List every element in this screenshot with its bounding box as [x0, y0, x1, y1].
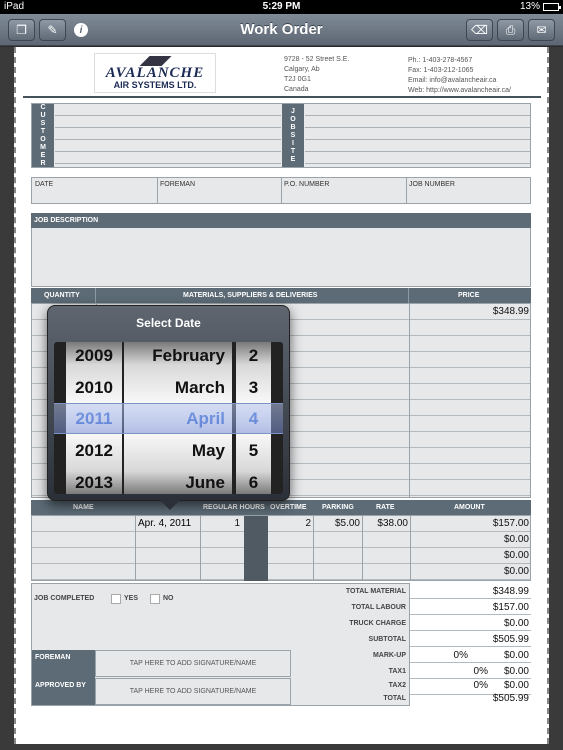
- labour-date-1[interactable]: Apr. 4, 2011: [138, 518, 191, 529]
- month-option[interactable]: March: [124, 372, 232, 404]
- labour-overtime-1[interactable]: 2: [285, 518, 311, 529]
- labour-amount-3[interactable]: $0.00: [431, 550, 529, 561]
- job-description-header: JOB DESCRIPTION: [31, 213, 531, 228]
- subtotal-value: $505.99: [492, 634, 529, 645]
- yes-label: YES: [124, 595, 139, 602]
- tax1-label: TAX1: [388, 668, 406, 675]
- battery-indicator: 13%: [519, 1, 561, 12]
- company-contact: Ph.: 1-403-278-4567 Fax: 1-403-212-1065 …: [408, 57, 511, 94]
- year-option[interactable]: 2012: [66, 435, 122, 467]
- popover-arrow: [160, 500, 180, 510]
- po-number-field[interactable]: P.O. NUMBER: [284, 181, 329, 188]
- labour-amount-1[interactable]: $157.00: [431, 518, 529, 529]
- status-bar: iPad 5:29 PM 13%: [0, 0, 563, 14]
- month-wheel[interactable]: February March April May June: [124, 342, 232, 494]
- month-option-selected[interactable]: April: [124, 403, 232, 435]
- overtime-header: OVERTIME: [270, 504, 307, 511]
- no-checkbox[interactable]: [150, 594, 160, 604]
- job-info-row: DATE FOREMAN P.O. NUMBER JOB NUMBER: [31, 177, 531, 204]
- no-label: NO: [163, 595, 174, 602]
- truck-charge-label: TRUCK CHARGE: [349, 620, 406, 627]
- date-picker-popover: Select Date 2009 2010 2011 2012 2013 Feb…: [47, 305, 290, 510]
- month-option[interactable]: February: [124, 342, 232, 372]
- customer-field[interactable]: [55, 104, 281, 167]
- quantity-header: QUANTITY: [44, 292, 80, 299]
- foreman-field[interactable]: FOREMAN: [160, 181, 195, 188]
- day-option[interactable]: 6: [236, 467, 271, 494]
- day-wheel[interactable]: 2 3 4 5 6: [236, 342, 271, 494]
- materials-header: QUANTITY MATERIALS, SUPPLIERS & DELIVERI…: [31, 288, 531, 303]
- approved-by-signature-field[interactable]: TAP HERE TO ADD SIGNATURE/NAME: [95, 678, 291, 705]
- labour-parking-1[interactable]: $5.00: [316, 518, 360, 529]
- logo-text: AVALANCHE: [105, 64, 205, 81]
- customer-label: CUSTOMER: [32, 104, 54, 167]
- markup-value: $0.00: [503, 650, 529, 661]
- date-picker[interactable]: 2009 2010 2011 2012 2013 February March …: [54, 342, 283, 494]
- labour-rate-1[interactable]: $38.00: [364, 518, 408, 529]
- month-option[interactable]: June: [124, 467, 232, 494]
- day-option[interactable]: 3: [236, 372, 271, 404]
- jobsite-label: JOBSITE: [282, 104, 304, 167]
- print-icon: ⎙: [505, 22, 516, 37]
- battery-icon: [543, 2, 561, 11]
- jobsite-field[interactable]: [305, 104, 530, 167]
- year-option[interactable]: 2013: [66, 467, 122, 494]
- envelope-icon: ✉: [536, 23, 547, 37]
- email-button[interactable]: ✉: [528, 19, 555, 41]
- price-header: PRICE: [458, 292, 480, 299]
- year-option[interactable]: 2010: [66, 372, 122, 404]
- day-option[interactable]: 5: [236, 435, 271, 467]
- tax1-value: $0.00: [503, 666, 529, 677]
- clock: 5:29 PM: [262, 1, 301, 12]
- clear-button[interactable]: ⌫: [466, 19, 493, 41]
- subtotal-label: SUBTOTAL: [368, 636, 406, 643]
- job-completed-label: JOB COMPLETED: [34, 595, 95, 602]
- total-value: $505.99: [492, 693, 529, 704]
- total-label: TOTAL: [383, 695, 406, 702]
- labour-amount-4[interactable]: $0.00: [431, 566, 529, 577]
- picker-title: Select Date: [136, 316, 201, 330]
- total-labour-label: TOTAL LABOUR: [351, 604, 406, 611]
- nav-bar: ❐ ✎ i Work Order ⌫ ⎙ ✉: [0, 14, 563, 46]
- company-logo: AVALANCHE AIR SYSTEMS LTD.: [94, 53, 216, 93]
- total-material-label: TOTAL MATERIAL: [345, 588, 406, 595]
- markup-label: MARK-UP: [372, 652, 406, 659]
- materials-column-header: MATERIALS, SUPPLIERS & DELIVERIES: [183, 292, 318, 299]
- parking-header: PARKING: [322, 504, 354, 511]
- labour-header: NAME REGULAR HOURS OVERTIME PARKING RATE…: [31, 500, 531, 515]
- logo-subtext: AIR SYSTEMS LTD.: [113, 79, 197, 90]
- battery-percent: 13%: [519, 1, 540, 12]
- print-button[interactable]: ⎙: [497, 19, 524, 41]
- day-option[interactable]: 2: [236, 342, 271, 372]
- header-divider: [23, 96, 541, 98]
- regular-hours-header: REGULAR HOURS: [203, 504, 265, 511]
- year-option-selected[interactable]: 2011: [66, 403, 122, 435]
- job-description-field[interactable]: [31, 228, 531, 287]
- month-option[interactable]: May: [124, 435, 232, 467]
- yes-checkbox[interactable]: [111, 594, 121, 604]
- tax2-value: $0.00: [503, 680, 529, 691]
- truck-charge-value[interactable]: $0.00: [431, 618, 529, 629]
- date-field[interactable]: DATE: [35, 181, 53, 188]
- approved-by-label: APPROVED BY: [32, 678, 95, 705]
- amount-header: AMOUNT: [454, 504, 485, 511]
- job-number-field[interactable]: JOB NUMBER: [409, 181, 455, 188]
- rate-header: RATE: [376, 504, 395, 511]
- total-labour-value: $157.00: [492, 602, 529, 613]
- material-price-1[interactable]: $348.99: [431, 306, 529, 317]
- name-header: NAME: [73, 504, 94, 511]
- broom-icon: ⌫: [471, 23, 488, 37]
- foreman-signature-label: FOREMAN: [32, 650, 95, 678]
- year-wheel[interactable]: 2009 2010 2011 2012 2013: [66, 342, 122, 494]
- tax2-label: TAX2: [388, 682, 406, 689]
- foreman-signature-field[interactable]: TAP HERE TO ADD SIGNATURE/NAME: [95, 650, 291, 677]
- day-option-selected[interactable]: 4: [236, 403, 271, 435]
- company-address: 9728 - 52 Street S.E. Calgary, Ab T2J 0G…: [284, 56, 350, 93]
- labour-regular-1[interactable]: 1: [215, 518, 240, 529]
- year-option[interactable]: 2009: [66, 342, 122, 372]
- labour-amount-2[interactable]: $0.00: [431, 534, 529, 545]
- total-material-value: $348.99: [492, 586, 529, 597]
